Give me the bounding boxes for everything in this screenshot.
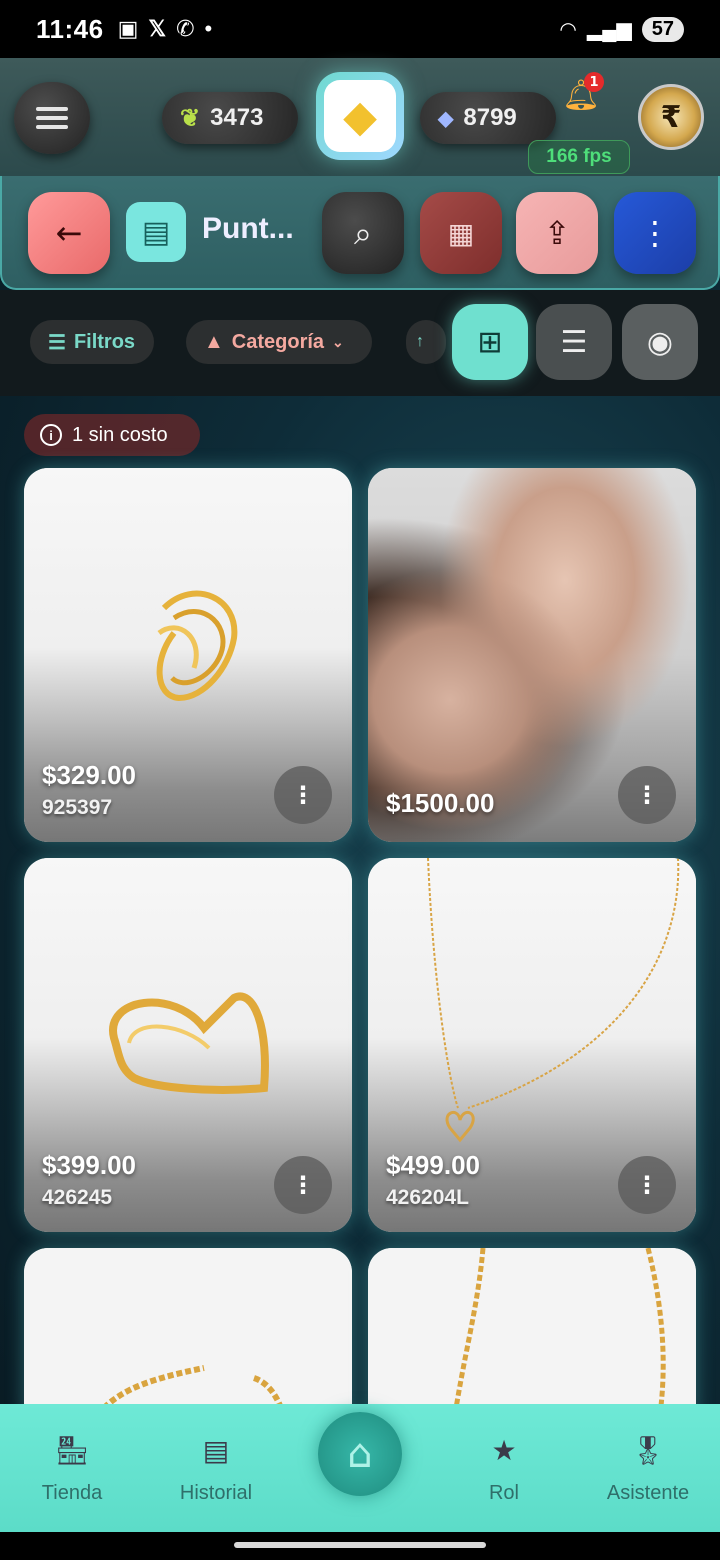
product-options-button[interactable]: ⋮: [274, 766, 332, 824]
nav-item-historial[interactable]: ▤ Historial: [156, 1434, 276, 1505]
sort-chip[interactable]: ↑: [406, 320, 446, 364]
wifi-icon: ◠: [559, 18, 577, 41]
system-icons: ◠ ▂▄▆ 57: [559, 16, 684, 42]
menu-button[interactable]: [14, 82, 90, 154]
notification-badge: 1: [584, 72, 604, 92]
eye-icon: ◉: [646, 324, 674, 360]
product-options-button[interactable]: ⋮: [618, 1156, 676, 1214]
nav-label: Historial: [179, 1482, 253, 1504]
status-time: 11:46: [36, 13, 104, 44]
gem-count: 8799: [463, 104, 517, 131]
whatsapp-icon: ✆: [176, 16, 195, 41]
product-card[interactable]: $399.00 426245 ⋮: [24, 858, 352, 1232]
nav-item-asistente[interactable]: 🎖︎ Asistente: [588, 1434, 708, 1505]
share-button[interactable]: ⇪: [516, 192, 598, 274]
back-button[interactable]: ←: [28, 192, 110, 274]
avatar[interactable]: ₹: [638, 84, 704, 150]
receipt-icon: ▤: [202, 1435, 230, 1466]
chevron-down-icon: ⌄: [332, 333, 344, 350]
product-card[interactable]: $329.00 925397 ⋮: [24, 468, 352, 842]
necklace-image: [427, 858, 680, 1143]
category-dropdown[interactable]: ▲ Categoría ⌄: [186, 320, 372, 364]
search-button[interactable]: ⌕: [322, 192, 404, 274]
product-price: $329.00: [42, 760, 136, 790]
medal-icon: 🎖︎: [630, 1435, 666, 1466]
diamond-button[interactable]: ◆: [316, 72, 404, 160]
product-sku: 925397: [42, 796, 113, 819]
gem-icon: ◆: [438, 107, 454, 130]
product-price: $1500.00: [386, 788, 495, 818]
action-bar: ← ▤ Punt... ⌕ ▦ ⇪ ⋮: [0, 176, 720, 290]
battery-indicator: 57: [641, 16, 684, 42]
product-price: $499.00: [386, 1150, 480, 1180]
search-icon: ⌕: [354, 213, 372, 252]
product-options-button[interactable]: ⋮: [618, 766, 676, 824]
product-card[interactable]: $499.00 426204L ⋮: [368, 858, 696, 1232]
nav-label: Tienda: [41, 1482, 103, 1504]
screenshot-icon: ▣: [117, 16, 139, 41]
diamond-icon: ◆: [324, 80, 396, 152]
product-card[interactable]: [368, 1248, 696, 1428]
page-title: Punt...: [202, 212, 294, 245]
bottom-navigation: 🏪︎ Tienda ▤ Historial ⌂ ★ Rol 🎖︎ Asisten…: [0, 1404, 720, 1532]
info-icon: i: [40, 424, 62, 446]
product-card[interactable]: $1500.00 ⋮: [368, 468, 696, 842]
filter-row: ☰ Filtros ▲ Categoría ⌄ ↑ ⊞ ☰ ◉: [0, 290, 720, 396]
no-cost-label: 1 sin costo: [72, 423, 168, 446]
home-icon: ⌂: [347, 1431, 373, 1477]
leaf-count: 3473: [210, 104, 264, 131]
notification-icons: ▣ 𝕏 ✆ •: [118, 16, 213, 42]
qr-scan-button[interactable]: ▦: [420, 192, 502, 274]
gem-counter[interactable]: ◆ 8799: [420, 92, 556, 144]
signal-icon: ▂▄▆: [586, 18, 632, 41]
store-icon: 🏪︎: [54, 1435, 90, 1466]
sliders-icon: ☰: [48, 331, 66, 354]
more-options-button[interactable]: ⋮: [614, 192, 696, 274]
leaf-icon: ❦: [180, 104, 201, 132]
hamburger-icon: [36, 102, 68, 134]
dot-icon: •: [204, 16, 213, 41]
qr-code-icon: ▦: [447, 216, 475, 250]
nav-item-home[interactable]: ⌂: [318, 1412, 402, 1496]
ring-image: [109, 992, 269, 1094]
product-price: $399.00: [42, 1150, 136, 1180]
leaf-counter[interactable]: ❦ 3473: [162, 92, 298, 144]
arrow-left-icon: ←: [55, 214, 83, 252]
kebab-icon: ⋮: [639, 214, 671, 252]
nav-label: Rol: [488, 1482, 519, 1504]
status-bar: 11:46 ▣ 𝕏 ✆ • ◠ ▂▄▆ 57: [0, 0, 720, 58]
grid-icon: ⊞: [477, 324, 503, 360]
star-icon: ★: [491, 1435, 517, 1466]
fps-badge: 166 fps: [528, 140, 630, 174]
product-sku: 426204L: [386, 1186, 469, 1209]
nav-label: Asistente: [606, 1482, 690, 1504]
share-icon: ⇪: [543, 214, 571, 252]
grid-view-button[interactable]: ⊞: [452, 304, 528, 380]
category-label: Categoría: [231, 330, 325, 353]
ring-image: [156, 590, 238, 702]
sort-arrow-icon: ↑: [416, 333, 424, 350]
product-sku: 426245: [42, 1186, 113, 1209]
no-cost-badge[interactable]: i 1 sin costo: [24, 414, 200, 456]
list-view-button[interactable]: ☰: [536, 304, 612, 380]
product-card[interactable]: [24, 1248, 352, 1428]
x-logo-icon: 𝕏: [148, 16, 167, 41]
shapes-icon: ▲: [204, 330, 224, 353]
nav-item-tienda[interactable]: 🏪︎ Tienda: [12, 1434, 132, 1505]
filters-label: Filtros: [73, 330, 136, 353]
list-icon: ☰: [560, 324, 588, 360]
gesture-bar[interactable]: [234, 1542, 486, 1548]
product-options-button[interactable]: ⋮: [274, 1156, 332, 1214]
chain-necklace-image: [450, 1248, 666, 1428]
filters-chip[interactable]: ☰ Filtros: [30, 320, 154, 364]
visibility-button[interactable]: ◉: [622, 304, 698, 380]
nav-item-rol[interactable]: ★ Rol: [444, 1434, 564, 1505]
cash-register-icon: ▤: [126, 202, 186, 262]
